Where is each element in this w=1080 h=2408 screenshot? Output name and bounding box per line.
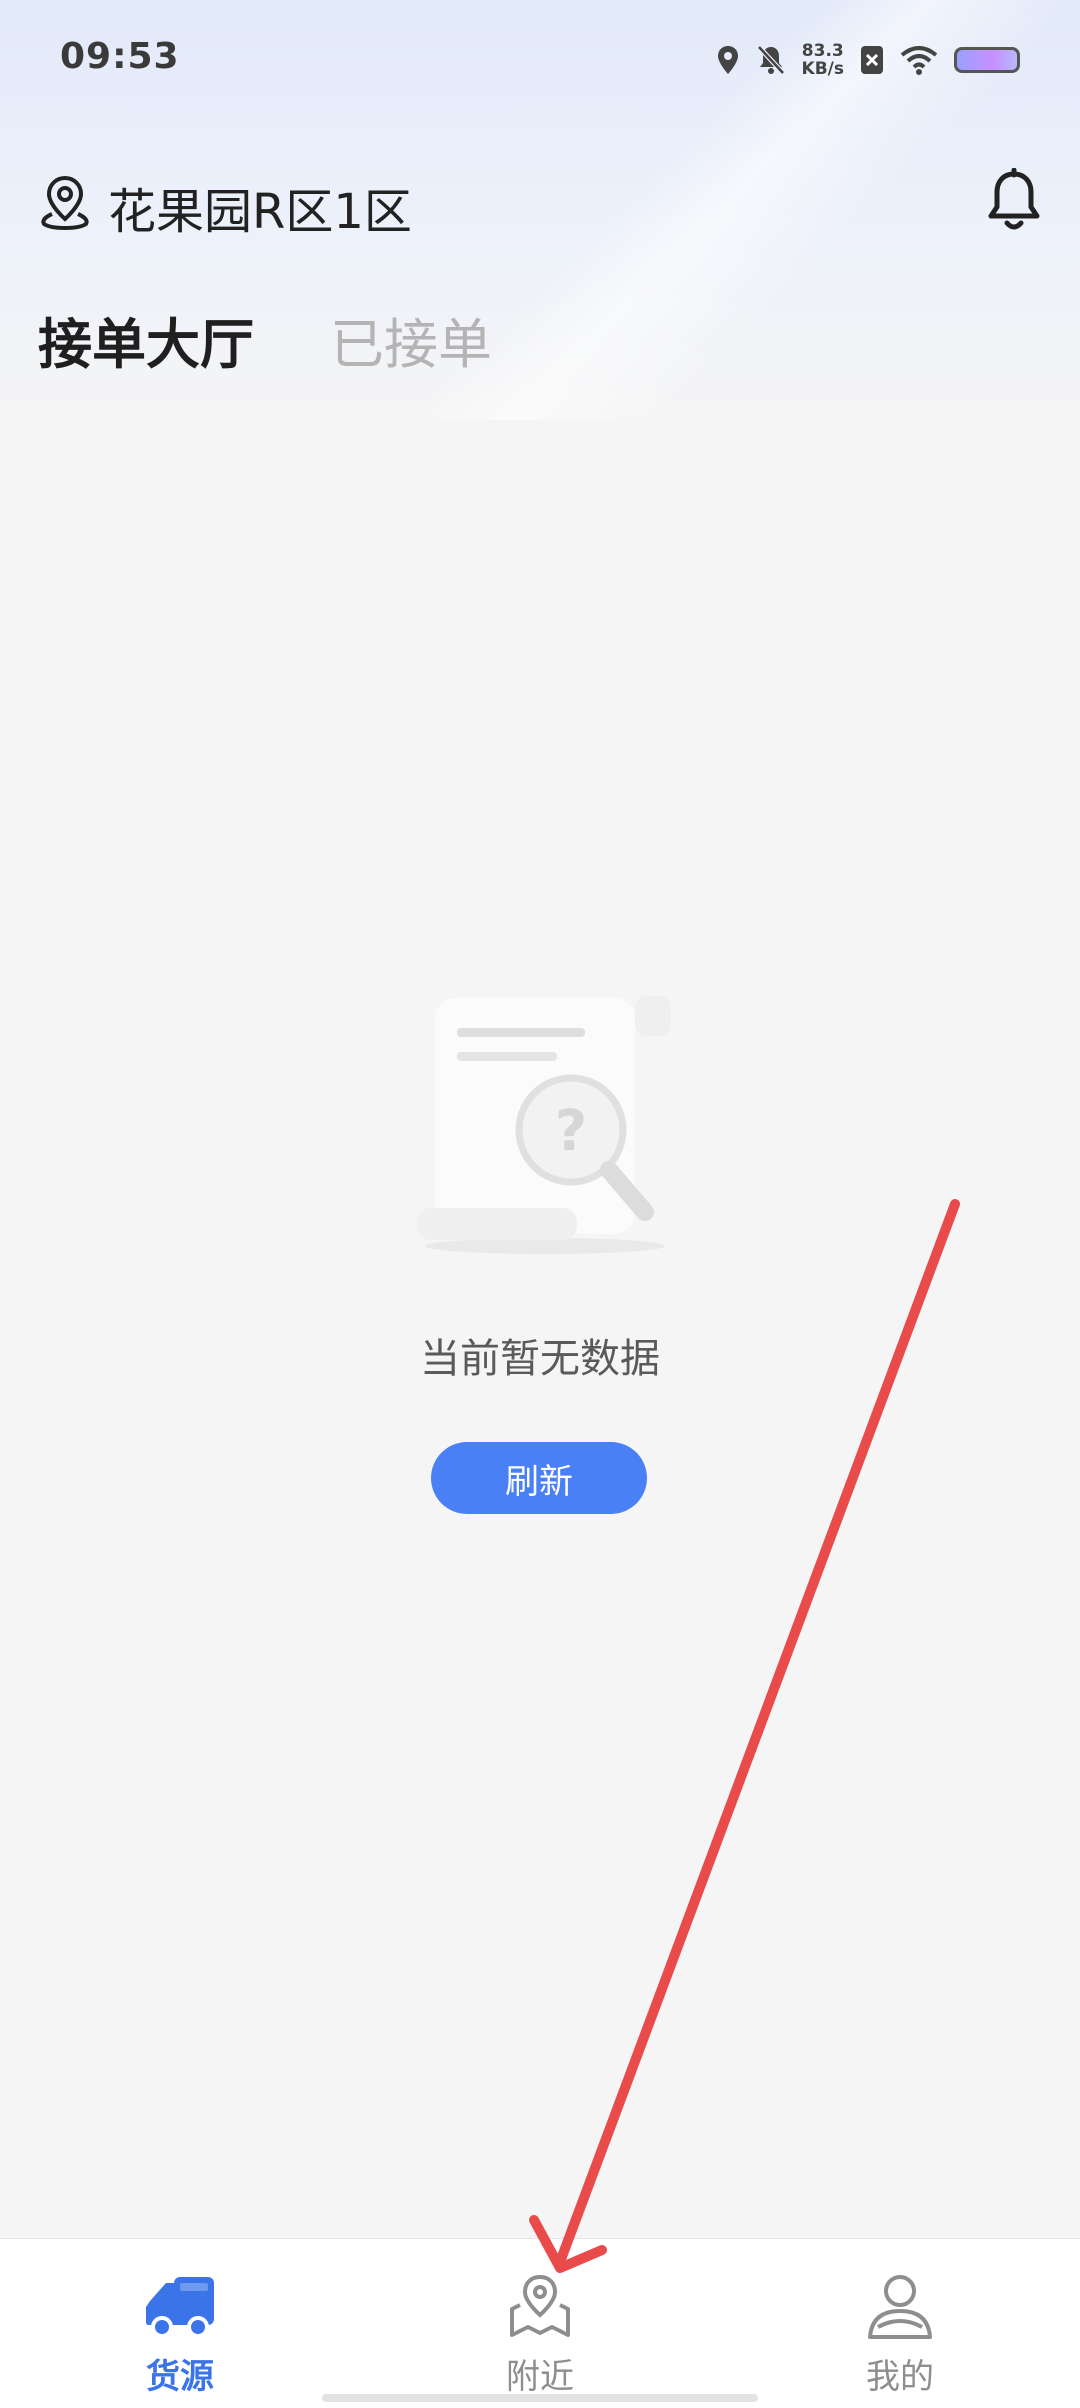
battery-icon <box>954 47 1020 73</box>
status-icons: 83.3 KB/s <box>716 40 1020 80</box>
mute-bell-icon <box>756 45 785 75</box>
home-indicator <box>322 2394 758 2402</box>
current-location[interactable]: 花果园R区1区 <box>108 172 412 242</box>
svg-text:?: ? <box>555 1099 587 1164</box>
user-icon <box>868 2275 932 2339</box>
nav-label-cargo: 货源 <box>146 2357 214 2397</box>
speed-value: 83.3 <box>801 41 844 61</box>
nav-label-profile: 我的 <box>866 2357 934 2397</box>
bottom-navigation: 货源 附近 我的 <box>0 2238 1080 2408</box>
location-icon <box>717 46 738 74</box>
tab-order-hall[interactable]: 接单大厅 <box>38 300 254 379</box>
tab-accepted-orders[interactable]: 已接单 <box>330 300 492 379</box>
refresh-button[interactable]: 刷新 <box>431 1442 647 1514</box>
location-pin-icon[interactable] <box>38 174 92 230</box>
nav-label-nearby: 附近 <box>506 2357 574 2397</box>
empty-document-icon: ? <box>417 996 671 1254</box>
sim-off-icon <box>861 46 883 74</box>
truck-icon <box>146 2277 214 2338</box>
nav-item-nearby[interactable]: 附近 <box>360 2239 720 2408</box>
empty-message: 当前暂无数据 <box>420 1336 660 1382</box>
order-tabs: 接单大厅 已接单 <box>38 300 492 379</box>
bell-icon[interactable] <box>984 168 1044 234</box>
status-time: 09:53 <box>60 36 180 77</box>
network-speed: 83.3 KB/s <box>802 42 844 78</box>
location-header: 花果园R区1区 <box>0 160 1080 240</box>
nav-item-cargo[interactable]: 货源 <box>0 2239 360 2408</box>
speed-unit: KB/s <box>801 59 844 79</box>
status-bar: 09:53 83.3 KB/s <box>0 0 1080 120</box>
nav-item-profile[interactable]: 我的 <box>720 2239 1080 2408</box>
map-pin-icon <box>510 2274 570 2337</box>
wifi-icon <box>900 46 938 75</box>
